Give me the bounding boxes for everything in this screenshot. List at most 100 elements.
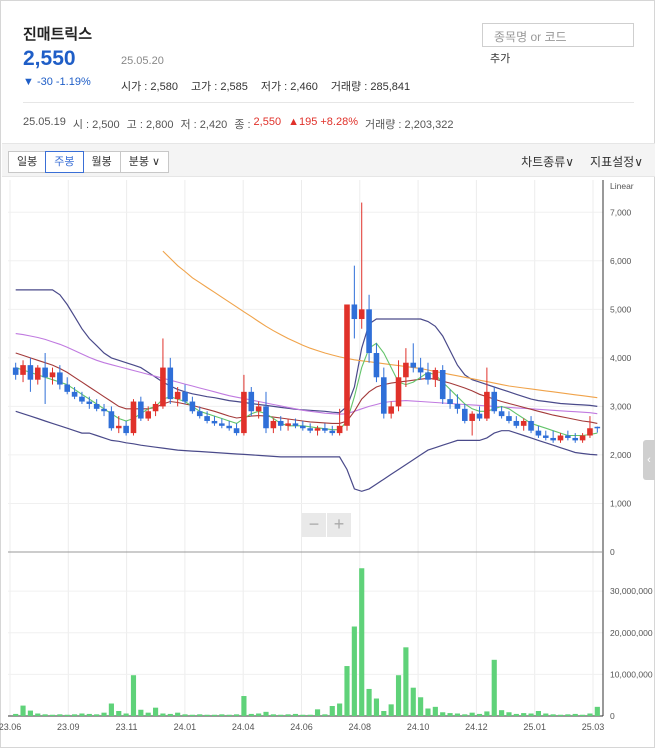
candle-body — [101, 408, 107, 412]
candle-body — [174, 391, 181, 400]
candle-body — [285, 423, 291, 426]
volume-bar — [241, 696, 247, 716]
candle-body — [130, 401, 137, 434]
volume-bar — [167, 713, 173, 716]
volume-bar — [219, 714, 225, 716]
side-panel-handle[interactable]: ‹ — [643, 440, 655, 480]
price-tick-label: 5,000 — [610, 304, 632, 314]
volume-bar — [359, 568, 365, 716]
volume-bar — [403, 647, 409, 716]
moving-average-line — [162, 250, 598, 399]
candle-body — [34, 367, 41, 380]
zoom-out-button[interactable]: − — [302, 513, 326, 537]
candle-body — [506, 416, 512, 421]
candle-body — [152, 403, 159, 412]
candle-body — [513, 420, 520, 426]
volume-bar — [145, 712, 151, 716]
volume-bar — [565, 714, 571, 716]
candle-body — [93, 403, 100, 409]
price-tick-label: 3,000 — [610, 401, 632, 411]
candle-body — [587, 428, 593, 436]
candle-body — [255, 406, 262, 412]
candle-body — [388, 406, 394, 414]
volume-bar — [79, 713, 85, 716]
candle-body — [366, 309, 372, 354]
volume-bar — [462, 714, 468, 716]
candle-body — [520, 420, 527, 426]
volume-bar — [285, 714, 291, 716]
candle-body — [565, 435, 571, 438]
price-tick-label: 7,000 — [610, 207, 632, 217]
candle-body — [358, 309, 365, 320]
candle-body — [160, 367, 166, 407]
volume-bar — [197, 714, 203, 716]
candle-body — [189, 401, 196, 412]
volume-bar — [491, 659, 497, 716]
candle-body — [373, 353, 380, 378]
candle-body — [322, 428, 328, 431]
candle-body — [219, 423, 225, 426]
volume-bar — [381, 711, 387, 716]
candle-body — [241, 391, 247, 434]
volume-bar — [20, 705, 26, 716]
volume-bar — [189, 714, 195, 716]
volume-bar — [72, 714, 78, 716]
volume-bar — [469, 712, 475, 716]
volume-bar — [35, 713, 41, 716]
volume-bar — [300, 714, 306, 716]
volume-bar — [175, 712, 181, 716]
scale-label: Linear — [610, 181, 634, 191]
price-chart[interactable]: 23.06 23.09 23.11 24.01 24.04 24.06 24.08 24.10… — [0, 0, 656, 749]
x-tick-label: 24.01 — [174, 722, 197, 732]
candle-body — [182, 391, 188, 402]
volume-bar — [454, 713, 461, 716]
x-tick-label: 24.04 — [232, 722, 255, 732]
candle-body — [557, 435, 564, 441]
candle-body — [204, 416, 210, 421]
volume-bar — [233, 714, 240, 716]
candle-body — [20, 365, 26, 375]
candle-body — [49, 372, 56, 378]
zoom-in-button[interactable]: + — [327, 513, 351, 537]
volume-bar — [351, 626, 357, 716]
x-tick-label: 24.12 — [465, 722, 488, 732]
volume-bar — [425, 708, 431, 716]
candle-body — [329, 430, 336, 434]
volume-bar — [410, 687, 416, 716]
tab-weekly[interactable]: 주봉 — [45, 151, 84, 173]
volume-bar — [528, 713, 534, 716]
x-tick-label: 23.06 — [0, 722, 21, 732]
x-tick-label: 25.03 — [582, 722, 605, 732]
bollinger-upper-line — [15, 289, 598, 414]
volume-bar — [270, 714, 276, 716]
volume-bar — [49, 714, 56, 716]
volume-tick-label: 10,000,000 — [610, 669, 653, 679]
moving-average-line — [15, 352, 598, 424]
candle-body — [461, 408, 468, 421]
x-tick-label: 24.06 — [290, 722, 313, 732]
volume-bar — [160, 713, 166, 716]
volume-bar — [130, 675, 137, 716]
volume-bar — [329, 706, 335, 716]
volume-bar — [432, 706, 438, 716]
candle-body — [484, 391, 490, 419]
candle-body — [491, 391, 498, 412]
x-tick-label: 25.01 — [523, 722, 546, 732]
volume-bar — [322, 714, 328, 716]
candle-body — [336, 425, 343, 434]
candle-body — [550, 437, 556, 441]
volume-bar — [42, 714, 48, 716]
volume-bar — [572, 713, 578, 716]
candle-body — [196, 411, 203, 417]
candle-body — [64, 384, 71, 392]
candle-body — [410, 362, 417, 368]
volume-bar — [535, 711, 541, 716]
candle-body — [344, 304, 350, 426]
volume-bar — [152, 707, 159, 716]
price-tick-label: 2,000 — [610, 450, 632, 460]
candle-body — [86, 401, 93, 404]
candle-body — [108, 411, 115, 429]
candle-body — [395, 377, 402, 407]
volume-bar — [395, 675, 402, 716]
volume-bar — [513, 713, 519, 716]
